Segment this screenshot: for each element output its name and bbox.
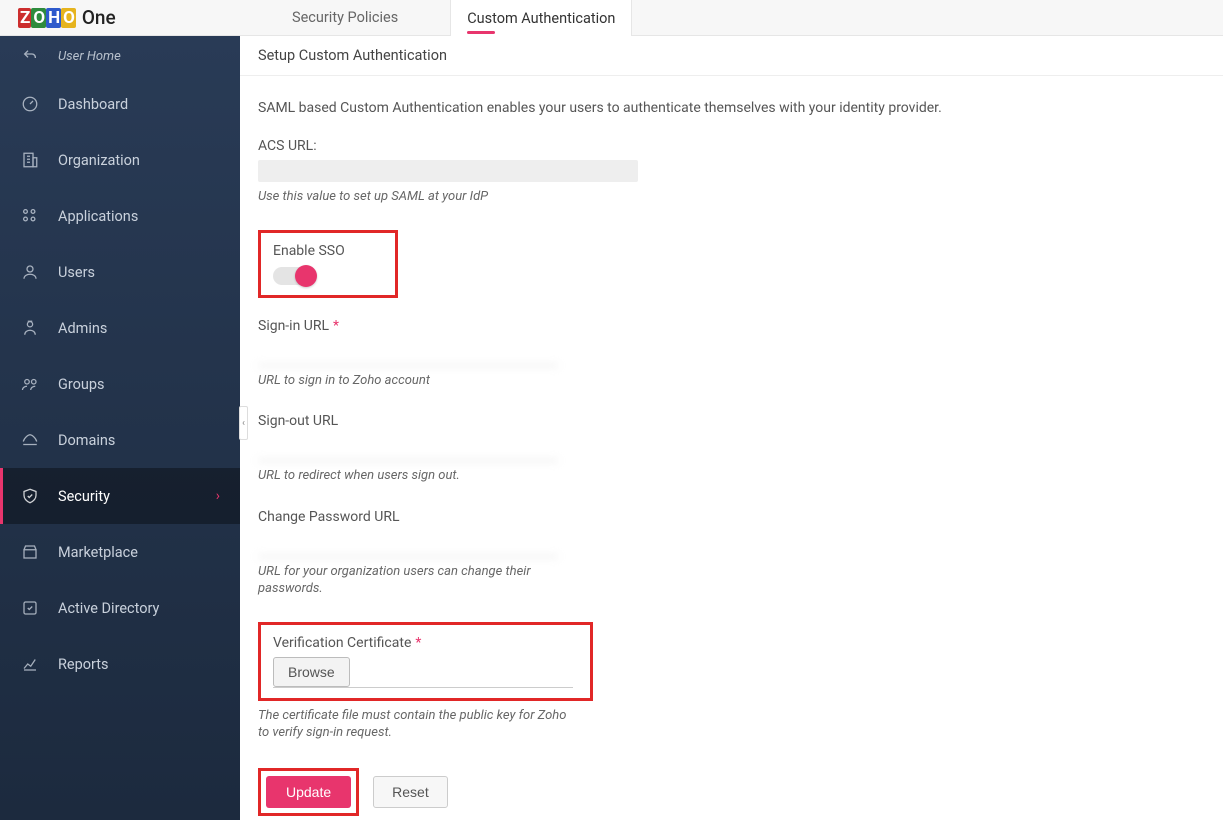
sidebar-item-users[interactable]: Users [0,244,240,300]
sidebar-item-label: Organization [58,152,140,169]
signin-url-hint: URL to sign in to Zoho account [258,372,578,390]
signin-url-label: Sign-in URL* [258,318,1002,334]
browse-button[interactable]: Browse [273,657,350,687]
acs-url-value[interactable] [258,160,638,182]
reset-button[interactable]: Reset [373,776,448,808]
sidebar-item-groups[interactable]: Groups [0,356,240,412]
sidebar-item-reports[interactable]: Reports [0,636,240,692]
applications-icon [20,206,40,226]
intro-text: SAML based Custom Authentication enables… [258,100,1002,116]
main-content: Setup Custom Authentication SAML based C… [240,36,1223,820]
sidebar-item-label: Dashboard [58,96,128,113]
page-subheader: Setup Custom Authentication [240,36,1223,76]
active-directory-icon [20,598,40,618]
tab-custom-authentication[interactable]: Custom Authentication [450,0,632,36]
sidebar-item-organization[interactable]: Organization [0,132,240,188]
cert-highlight: Verification Certificate* Browse [258,622,593,701]
sidebar-item-active-directory[interactable]: Active Directory [0,580,240,636]
sidebar-item-label: Reports [58,656,109,673]
page-title: Setup Custom Authentication [258,47,447,64]
sidebar-item-domains[interactable]: Domains [0,412,240,468]
sidebar-item-label: Domains [58,432,115,449]
chevron-right-icon: › [216,488,220,504]
changepw-url-hint: URL for your organization users can chan… [258,563,578,598]
signout-url-label: Sign-out URL [258,413,1002,429]
signin-url-block: Sign-in URL* URL to sign in to Zoho acco… [258,318,1002,390]
signout-url-input[interactable] [258,435,558,461]
domains-icon [20,430,40,450]
sidebar-item-label: Admins [58,320,107,337]
brand-logo: ZOHO One [0,0,240,35]
back-arrow-icon [20,46,40,66]
signout-url-block: Sign-out URL URL to redirect when users … [258,413,1002,485]
brand-name: One [82,6,116,29]
sidebar-user-home[interactable]: User Home [0,36,240,76]
groups-icon [20,374,40,394]
changepw-url-label: Change Password URL [258,509,1002,525]
top-bar: ZOHO One Security Policies Custom Authen… [0,0,1223,36]
sidebar-item-label: Users [58,264,95,281]
sidebar-item-label: Marketplace [58,544,138,561]
sidebar-collapse-handle[interactable]: ‹ [239,406,248,440]
cert-label: Verification Certificate* [273,635,578,651]
sidebar-item-applications[interactable]: Applications [0,188,240,244]
tab-security-policies[interactable]: Security Policies [288,0,402,35]
users-icon [20,262,40,282]
signout-url-hint: URL to redirect when users sign out. [258,467,578,485]
top-tabs: Security Policies Custom Authentication [240,0,632,35]
tab-label: Custom Authentication [467,10,615,27]
sidebar-item-admins[interactable]: Admins [0,300,240,356]
organization-icon [20,150,40,170]
acs-url-hint: Use this value to set up SAML at your Id… [258,188,578,206]
sidebar-item-label: User Home [58,49,121,64]
cert-hint: The certificate file must contain the pu… [258,707,578,742]
acs-url-block: ACS URL: Use this value to set up SAML a… [258,138,1002,206]
sidebar-item-dashboard[interactable]: Dashboard [0,76,240,132]
shield-icon [20,486,40,506]
sidebar-item-label: Applications [58,208,138,225]
enable-sso-label: Enable SSO [273,243,383,259]
enable-sso-highlight: Enable SSO [258,230,398,298]
changepw-url-input[interactable] [258,531,558,557]
sidebar-item-security[interactable]: Security › [0,468,240,524]
sidebar-item-label: Groups [58,376,105,393]
reports-icon [20,654,40,674]
tab-label: Security Policies [292,9,398,26]
update-highlight: Update [258,768,359,816]
sidebar: User Home Dashboard Organization Applica… [0,36,240,820]
enable-sso-toggle[interactable] [273,267,315,285]
admins-icon [20,318,40,338]
acs-url-label: ACS URL: [258,138,1002,154]
sidebar-item-marketplace[interactable]: Marketplace [0,524,240,580]
sidebar-item-label: Security [58,488,110,505]
action-row: Update Reset [258,768,1002,816]
dashboard-icon [20,94,40,114]
changepw-url-block: Change Password URL URL for your organiz… [258,509,1002,598]
sidebar-item-label: Active Directory [58,600,159,617]
signin-url-input[interactable] [258,340,558,366]
marketplace-icon [20,542,40,562]
update-button[interactable]: Update [266,776,351,808]
